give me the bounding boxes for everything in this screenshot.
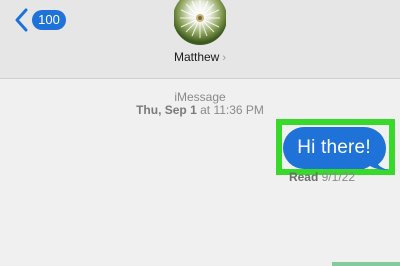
service-label: iMessage xyxy=(174,90,226,104)
dandelion-photo xyxy=(174,0,226,45)
timestamp-day: Thu, Sep 1 xyxy=(136,103,197,117)
timestamp-time: at 11:36 PM xyxy=(196,103,264,117)
chevron-left-icon xyxy=(15,8,28,32)
read-receipt: Read 9/1/22 xyxy=(289,170,355,184)
avatar[interactable] xyxy=(174,0,226,46)
message-timestamp: Thu, Sep 1 at 11:36 PM xyxy=(0,103,400,117)
contact-name: Matthew xyxy=(173,50,220,64)
read-label: Read xyxy=(288,170,319,184)
contact-name-row[interactable]: Matthew › xyxy=(0,50,400,64)
conversation-header: 100 Matthew › xyxy=(0,0,400,79)
corner-strip xyxy=(332,262,400,266)
unread-count-badge: 100 xyxy=(32,10,66,30)
message-text: Hi there! xyxy=(297,137,371,158)
chevron-right-icon: › xyxy=(222,52,227,64)
read-date: 9/1/22 xyxy=(318,170,355,184)
back-button[interactable]: 100 xyxy=(14,8,66,32)
messages-screen: 100 Matthew › iMessage Thu, Sep 1 at 11:… xyxy=(0,0,400,266)
